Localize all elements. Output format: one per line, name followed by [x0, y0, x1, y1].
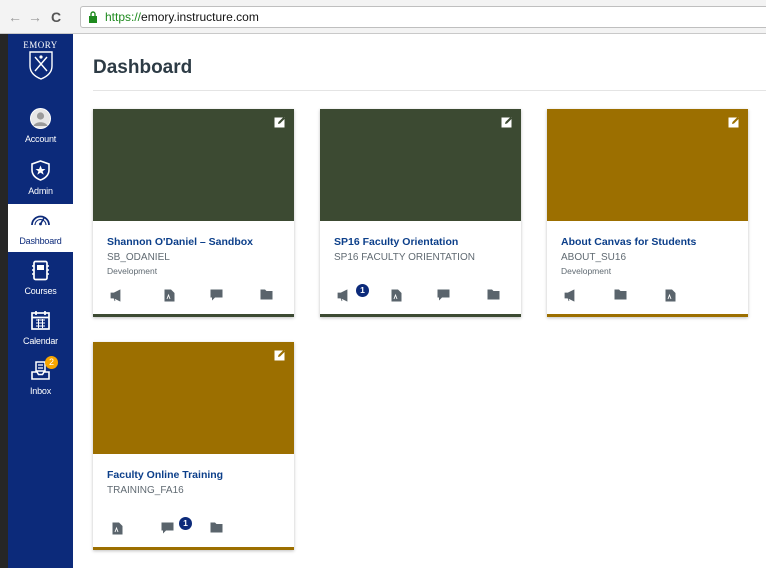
browser-toolbar: ← → C https://emory.instructure.com: [0, 0, 766, 34]
course-title[interactable]: SP16 Faculty Orientation: [334, 236, 458, 248]
inbox-unread-badge: 2: [45, 356, 58, 369]
files-icon[interactable]: [210, 522, 223, 533]
assignments-icon[interactable]: [164, 289, 175, 302]
course-card-actions: 1: [93, 517, 294, 538]
nav-admin[interactable]: Admin: [8, 154, 73, 202]
course-card-hero[interactable]: [547, 109, 748, 221]
window-edge: [0, 34, 8, 568]
course-card-color-bar: [547, 314, 748, 317]
course-title[interactable]: Faculty Online Training: [107, 469, 223, 481]
course-code: SP16 FACULTY ORIENTATION: [334, 252, 475, 263]
nav-account[interactable]: Account: [8, 102, 73, 150]
announcements-icon[interactable]: [337, 289, 350, 302]
forward-icon[interactable]: →: [28, 9, 42, 25]
course-code: TRAINING_FA16: [107, 485, 184, 496]
edit-icon[interactable]: [274, 349, 286, 361]
discussions-icon[interactable]: [210, 289, 223, 301]
nav-calendar[interactable]: Calendar: [8, 304, 73, 352]
back-icon[interactable]: ←: [8, 9, 22, 25]
announcements-icon[interactable]: [110, 289, 123, 302]
nav-inbox[interactable]: 2 Inbox: [8, 354, 73, 402]
course-term: Development: [561, 266, 612, 276]
course-card-hero[interactable]: [93, 342, 294, 454]
user-icon: [30, 108, 51, 129]
course-card-actions: 1: [320, 284, 521, 305]
page-title: Dashboard: [93, 57, 193, 78]
discussions-icon[interactable]: [437, 289, 450, 301]
course-term: Development: [107, 266, 158, 276]
files-icon[interactable]: [614, 289, 627, 300]
url-text: https://emory.instructure.com: [105, 10, 259, 24]
discussions-icon[interactable]: [161, 522, 174, 534]
book-icon: [32, 260, 49, 281]
edit-icon[interactable]: [728, 116, 740, 128]
course-card: SP16 Faculty Orientation SP16 FACULTY OR…: [320, 109, 521, 317]
course-card-color-bar: [93, 547, 294, 550]
files-icon[interactable]: [260, 289, 273, 300]
course-code: SB_ODANIEL: [107, 252, 170, 263]
announcements-icon[interactable]: [564, 289, 577, 302]
edit-icon[interactable]: [501, 116, 513, 128]
reload-icon[interactable]: C: [51, 9, 61, 25]
course-card-hero[interactable]: [93, 109, 294, 221]
emory-logo[interactable]: EMORY: [8, 38, 73, 94]
calendar-icon: [31, 311, 50, 330]
title-divider: [93, 90, 766, 91]
assignments-icon[interactable]: [665, 289, 676, 302]
course-code: ABOUT_SU16: [561, 252, 627, 263]
nav-courses[interactable]: Courses: [8, 254, 73, 302]
global-nav: EMORY Account Admin Dashboard Courses Ca…: [8, 34, 73, 568]
course-title[interactable]: Shannon O'Daniel – Sandbox: [107, 236, 253, 248]
course-title[interactable]: About Canvas for Students: [561, 236, 696, 248]
course-card-actions: [93, 289, 294, 305]
course-card: Shannon O'Daniel – Sandbox SB_ODANIEL De…: [93, 109, 294, 317]
course-card: Faculty Online Training TRAINING_FA16 1: [93, 342, 294, 550]
nav-dashboard[interactable]: Dashboard: [8, 204, 73, 252]
shield-star-icon: [31, 160, 50, 181]
shield-logo-icon: [28, 51, 53, 80]
files-icon[interactable]: [487, 289, 500, 300]
course-card-color-bar: [320, 314, 521, 317]
edit-icon[interactable]: [274, 116, 286, 128]
announcements-unread-badge: 1: [356, 284, 369, 297]
assignments-icon[interactable]: [112, 522, 123, 535]
course-card-actions: [547, 289, 748, 305]
course-card-color-bar: [93, 314, 294, 317]
address-bar[interactable]: https://emory.instructure.com: [80, 6, 766, 28]
course-card-hero[interactable]: [320, 109, 521, 221]
assignments-icon[interactable]: [391, 289, 402, 302]
discussions-unread-badge: 1: [179, 517, 192, 530]
lock-icon: [89, 11, 97, 23]
gauge-icon: [31, 215, 50, 226]
course-card: About Canvas for Students ABOUT_SU16 Dev…: [547, 109, 748, 317]
